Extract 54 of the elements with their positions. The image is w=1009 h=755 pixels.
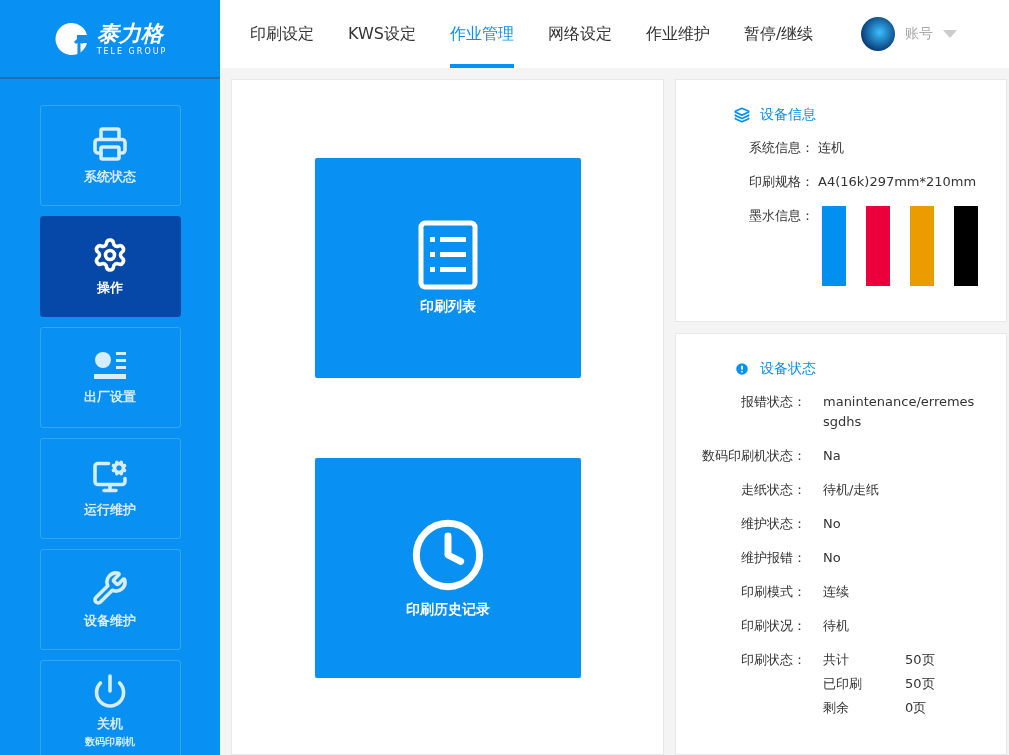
sidebar-item[interactable]: 操作 <box>39 216 181 317</box>
info-value: A4(16k)297mm*210mm <box>818 173 977 191</box>
status-label: 印刷模式： <box>740 583 806 601</box>
nav-tab[interactable]: 暂停/继续 <box>743 0 814 68</box>
alert-icon <box>734 361 750 377</box>
power-icon <box>92 672 128 709</box>
status-label: 走纸状态： <box>740 481 806 499</box>
monitor-gear-icon <box>92 458 128 495</box>
status-label: 印刷状态： <box>740 651 806 669</box>
nav-tab[interactable]: 作业维护 <box>645 0 710 68</box>
count-name: 共计 <box>823 651 850 669</box>
count-name: 剩余 <box>823 699 850 717</box>
settings-icon <box>92 236 128 273</box>
nav-tab[interactable]: 网络设定 <box>547 0 612 68</box>
list-document-icon <box>417 220 478 290</box>
layers-icon <box>734 107 750 123</box>
info-label: 墨水信息： <box>748 207 814 225</box>
card-title: 设备信息 <box>760 106 816 124</box>
tile-button[interactable]: 印刷列表 <box>314 158 581 378</box>
status-label: 维护报错： <box>740 549 806 567</box>
card-title: 设备状态 <box>760 360 816 378</box>
status-value: No <box>823 515 842 533</box>
info-value: 连机 <box>818 139 844 157</box>
tile-button[interactable]: 印刷历史记录 <box>314 458 581 678</box>
status-label: 报错状态： <box>740 393 806 411</box>
logo-subtitle: TELE GROUP <box>96 46 168 56</box>
status-label: 印刷状况： <box>740 617 806 635</box>
status-value: manintenance/erremessgdhs <box>823 393 976 431</box>
account-label[interactable]: 账号 <box>905 25 934 43</box>
nav-tab[interactable]: KWS设定 <box>348 0 416 68</box>
wrench-icon <box>92 569 128 606</box>
status-label: 维护状态： <box>740 515 806 533</box>
nav-tab[interactable]: 印刷设定 <box>250 0 314 68</box>
status-label: 数码印刷机状态： <box>701 447 806 465</box>
sidebar-item[interactable]: 出厂设置 <box>39 327 181 428</box>
nav-tab[interactable]: 作业管理 <box>449 0 514 68</box>
sidebar-item[interactable]: 系统状态 <box>39 105 181 206</box>
logo-text: 泰力格 <box>96 21 166 44</box>
printer-icon <box>92 125 128 162</box>
status-value: Na <box>823 447 842 465</box>
info-label: 系统信息： <box>748 139 814 157</box>
sidebar-item[interactable]: 关机 数码印刷机 <box>39 660 181 755</box>
info-label: 印刷规格： <box>748 173 814 191</box>
count-value: 50页 <box>905 651 935 669</box>
count-name: 已印刷 <box>823 675 863 693</box>
avatar[interactable] <box>861 17 896 51</box>
status-value: 待机 <box>823 617 850 635</box>
status-value: No <box>823 549 842 567</box>
count-value: 0页 <box>905 699 927 717</box>
sidebar-item[interactable]: 设备维护 <box>39 549 181 650</box>
status-value: 连续 <box>823 583 850 601</box>
status-value: 待机/走纸 <box>823 481 881 499</box>
count-value: 50页 <box>905 675 935 693</box>
sidebar-item[interactable]: 运行维护 <box>39 438 181 539</box>
